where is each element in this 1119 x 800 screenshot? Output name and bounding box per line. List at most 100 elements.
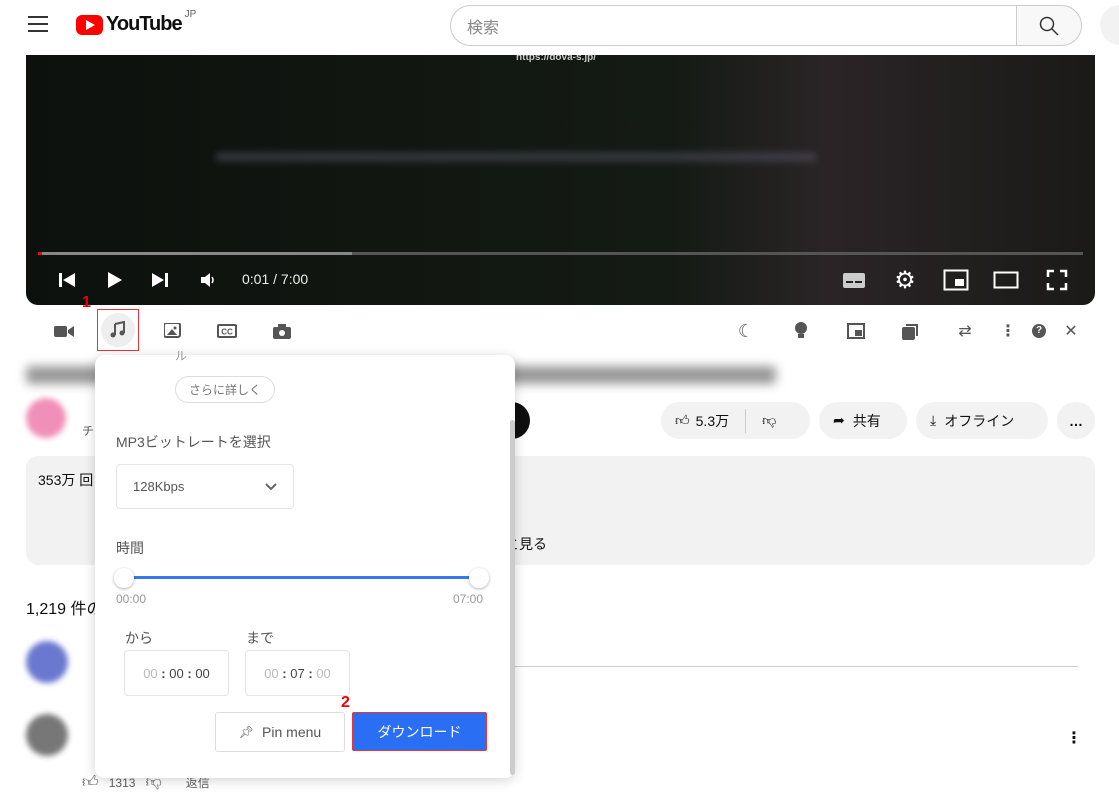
comment-menu-button[interactable]: ⋮ [1066,728,1082,748]
thumbs-up-icon[interactable]: 👍︎ [82,773,99,792]
video-caption-blurred [216,153,816,161]
download-button[interactable]: ダウンロード [352,712,487,751]
help-button[interactable]: ? [1024,316,1054,346]
previous-icon [59,273,75,287]
search-input[interactable]: 検索 [450,5,1017,46]
to-hours[interactable]: 00 [264,666,278,681]
like-dislike-group: 👍︎ 5.3万 👎︎ [661,402,810,439]
more-options-button[interactable]: ⋮ [993,316,1023,346]
theater-icon [993,271,1019,289]
search-icon [1039,16,1059,36]
image-tab[interactable] [158,316,188,346]
close-toolbar-button[interactable]: ✕ [1056,316,1086,346]
played-bar [38,252,42,255]
volume-button[interactable] [195,267,221,293]
from-seconds[interactable]: 00 [195,666,209,681]
fullscreen-button[interactable] [1044,267,1070,293]
help-icon: ? [1032,324,1046,338]
duration-label: 時間 [116,540,144,556]
step-1-badge: 1 [82,294,91,311]
next-icon [152,273,168,287]
partial-text: ル [175,349,188,363]
dislike-button[interactable]: 👎︎ [762,412,776,429]
from-minutes[interactable]: 00 [169,666,183,681]
next-button[interactable] [147,267,173,293]
more-vert-icon: ⋮ [1000,323,1016,340]
play-icon [108,272,122,288]
lights-button[interactable] [786,316,816,346]
settings-button[interactable]: ⚙ [892,266,918,294]
share-icon: ➦ [833,412,845,428]
from-hours[interactable]: 00 [143,666,157,681]
gear-icon: ⚙ [894,266,916,294]
bulb-icon [795,322,807,338]
image-icon [164,323,181,338]
share-button[interactable]: ➦ 共有 [819,402,907,439]
svg-text:CC: CC [221,328,233,337]
pin-icon: 📌︎ [238,725,255,739]
range-start-handle[interactable] [114,568,134,588]
view-count: 353万 回 [38,472,94,488]
menu-icon[interactable] [28,16,48,32]
youtube-logo[interactable]: YouTube JP [76,9,196,36]
like-button[interactable]: 👍︎ 5.3万 [675,411,729,431]
range-start-label: 00:00 [116,592,147,606]
from-time-input[interactable]: 00 : 00 : 00 [124,650,229,696]
camera-icon [273,323,291,339]
range-end-handle[interactable] [469,568,489,588]
progress-bar[interactable] [38,252,1083,255]
to-time-input[interactable]: 00 : 07 : 00 [245,650,350,696]
pin-menu-label: Pin menu [262,724,322,740]
music-icon [110,321,125,338]
thumbs-up-icon: 👍︎ [675,412,690,428]
search-placeholder: 検索 [467,19,500,37]
region-label: JP [184,9,197,20]
buffered-bar [38,252,352,255]
screenshot-tab[interactable] [267,316,297,346]
play-button[interactable] [101,267,127,293]
comment-input-underline[interactable] [515,666,1078,667]
from-label: から [125,630,153,646]
cc-tab[interactable]: CC [212,316,242,346]
download-icon: ⤓ [930,412,937,428]
pip-icon [847,323,865,339]
channel-avatar[interactable] [26,398,66,438]
more-actions-button[interactable]: … [1057,402,1095,439]
previous-button[interactable] [54,267,80,293]
video-download-tab[interactable] [49,316,79,346]
theater-mode-button[interactable] [993,267,1019,293]
panel-scrollbar[interactable] [510,420,515,775]
like-count: 5.3万 [695,412,730,429]
dark-mode-button[interactable]: ☾ [731,316,761,346]
pip-button[interactable] [841,316,871,346]
step-2-badge: 2 [341,694,350,711]
audio-download-panel: ル さらに詳しく MP3ビットレートを選択 128Kbps 時間 00:00 0… [95,349,515,778]
to-label: まで [246,630,274,646]
video-player[interactable]: https://dova-s.jp/ 0:01 / 7:00 ⚙ [26,55,1095,305]
moon-icon: ☾ [737,320,755,341]
more-info-button[interactable]: さらに詳しく [175,376,275,403]
volume-icon [201,273,214,287]
to-minutes[interactable]: 07 [290,666,304,681]
range-slider-track[interactable] [124,576,479,579]
range-end-label: 07:00 [453,592,484,606]
video-icon [54,326,74,337]
divider [745,408,747,433]
subtitles-button[interactable] [841,267,867,293]
voice-search-button[interactable] [1100,5,1119,45]
more-horiz-icon: … [1069,412,1083,429]
miniplayer-button[interactable] [943,267,969,293]
playlist-button[interactable] [896,316,926,346]
search-button[interactable] [1016,5,1082,46]
audio-download-tab[interactable] [97,309,139,351]
loop-button[interactable]: ⇄ [950,316,980,346]
bitrate-label: MP3ビットレートを選択 [116,434,271,450]
pin-menu-button[interactable]: 📌︎ Pin menu [215,712,345,752]
stack-icon [902,324,918,340]
bitrate-select[interactable]: 128Kbps [116,464,294,509]
logo-text: YouTube [106,13,183,35]
offline-button[interactable]: ⤓ オフライン [916,402,1048,439]
comment-count: 1,219 件の [26,601,103,618]
to-seconds[interactable]: 00 [316,666,330,681]
bitrate-value: 128Kbps [133,479,185,494]
